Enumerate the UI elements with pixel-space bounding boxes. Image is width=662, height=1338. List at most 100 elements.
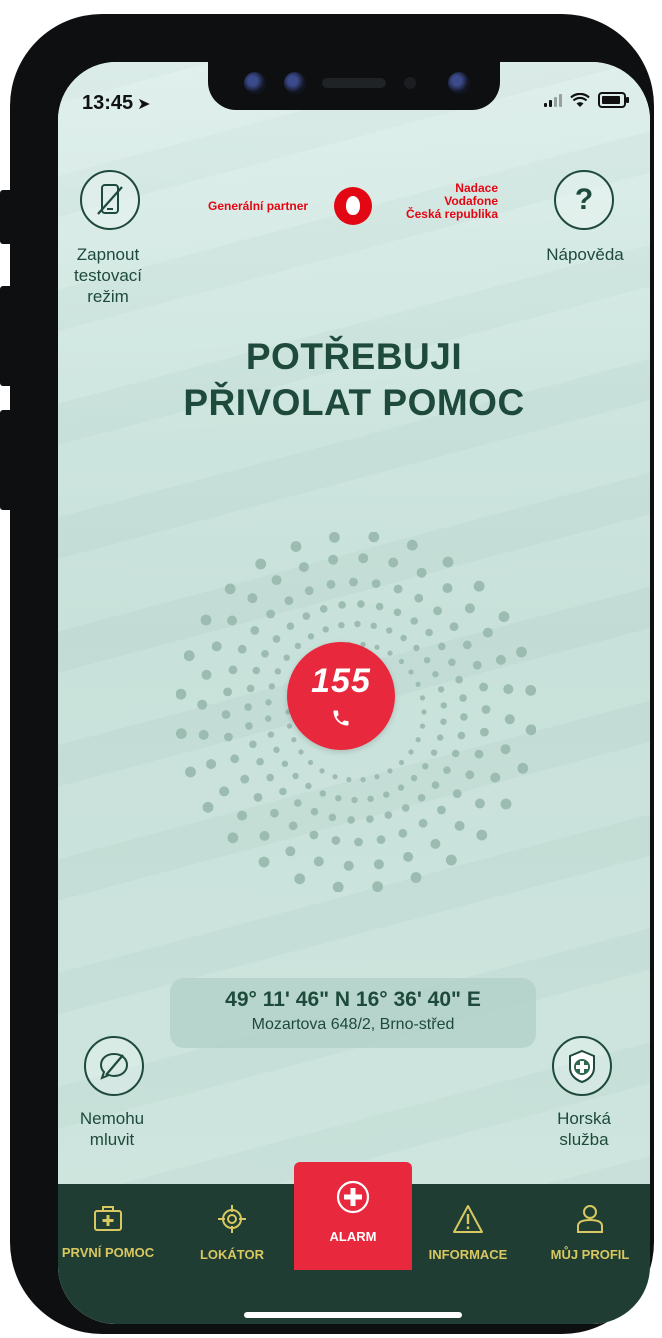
ring-dot bbox=[437, 734, 444, 741]
ring-dot bbox=[408, 749, 414, 755]
home-indicator[interactable] bbox=[244, 1312, 462, 1318]
ring-dot bbox=[384, 811, 393, 819]
ring-dot bbox=[370, 622, 377, 629]
ring-dot bbox=[472, 660, 482, 670]
ring-dot bbox=[176, 688, 187, 700]
ring-dot bbox=[417, 794, 426, 802]
sensor-dot bbox=[404, 77, 416, 89]
vodafone-logo-icon bbox=[334, 187, 372, 225]
ring-dot bbox=[310, 807, 319, 816]
ring-dot bbox=[332, 774, 338, 780]
ring-dot bbox=[397, 784, 405, 791]
title-line1: POTŘEBUJI bbox=[245, 336, 463, 377]
ring-dot bbox=[442, 556, 454, 568]
volume-down-button bbox=[0, 410, 14, 510]
ring-dot bbox=[224, 732, 233, 742]
ring-dot bbox=[423, 657, 431, 664]
ring-dot bbox=[393, 608, 402, 617]
ring-dot bbox=[503, 684, 514, 695]
ring-dot bbox=[388, 557, 399, 568]
ring-dot bbox=[274, 668, 282, 675]
ring-dot bbox=[448, 658, 456, 667]
ring-dot bbox=[228, 665, 238, 675]
ring-dot bbox=[459, 694, 467, 702]
ring-dot bbox=[200, 614, 212, 626]
ring-dot bbox=[286, 622, 295, 630]
ring-dot bbox=[255, 558, 267, 570]
ring-dot bbox=[442, 583, 453, 594]
ring-dot bbox=[227, 615, 238, 626]
ring-dot bbox=[413, 644, 420, 652]
ring-dot bbox=[292, 772, 299, 780]
ring-dot bbox=[322, 626, 329, 633]
tab-information[interactable]: INFORMACE bbox=[410, 1204, 526, 1262]
phone-frame: 13:45 ➤ Zapnout testovací režim Generáln… bbox=[10, 14, 654, 1334]
test-mode-label-line2: testovací bbox=[73, 266, 143, 285]
tab-alarm[interactable]: ALARM bbox=[294, 1162, 412, 1270]
ring-dot bbox=[285, 846, 296, 857]
ring-dot bbox=[319, 768, 325, 774]
ring-dot bbox=[430, 838, 441, 849]
ring-dot bbox=[283, 654, 290, 661]
ring-dot bbox=[281, 760, 289, 767]
ring-dot bbox=[328, 554, 339, 565]
volume-up-button bbox=[0, 286, 14, 386]
ring-dot bbox=[375, 602, 384, 611]
ring-dot bbox=[319, 605, 328, 613]
call-155-button[interactable]: 155 bbox=[287, 642, 395, 750]
ring-dot bbox=[425, 628, 433, 637]
ring-dot bbox=[183, 650, 195, 662]
ring-dot bbox=[460, 713, 468, 721]
ring-dot bbox=[516, 646, 527, 658]
ring-dot bbox=[338, 601, 346, 609]
ring-dot bbox=[374, 644, 380, 650]
tab-locator[interactable]: LOKÁTOR bbox=[174, 1204, 290, 1262]
ring-dot bbox=[414, 593, 424, 603]
test-mode-button[interactable] bbox=[80, 170, 140, 230]
ring-dot bbox=[455, 675, 463, 684]
ring-dot bbox=[227, 832, 239, 844]
ring-dot bbox=[307, 759, 314, 766]
ring-dot bbox=[288, 821, 298, 831]
ring-dot bbox=[367, 795, 374, 802]
ring-dot bbox=[504, 714, 515, 725]
ring-dot bbox=[240, 774, 250, 784]
ring-dot bbox=[273, 746, 280, 753]
help-button[interactable]: ? bbox=[554, 170, 614, 230]
ring-dot bbox=[464, 603, 475, 614]
ring-dot bbox=[490, 772, 501, 783]
ring-dot bbox=[445, 854, 457, 866]
tab-first-aid[interactable]: PRVNÍ POMOC bbox=[58, 1204, 166, 1260]
ring-dot bbox=[249, 740, 257, 749]
mountain-rescue-line1: Horská bbox=[557, 1109, 611, 1128]
ring-dot bbox=[495, 654, 506, 665]
ring-dot bbox=[418, 818, 428, 828]
ring-dot bbox=[247, 593, 258, 604]
ring-dot bbox=[237, 644, 247, 654]
ring-dot bbox=[383, 791, 390, 798]
ring-dot bbox=[386, 627, 393, 634]
location-arrow-icon: ➤ bbox=[137, 96, 151, 113]
ring-dot bbox=[265, 715, 272, 722]
mute-switch bbox=[0, 190, 14, 244]
cannot-speak-button[interactable] bbox=[84, 1036, 144, 1096]
ring-dot bbox=[403, 851, 414, 862]
ring-dot bbox=[474, 798, 485, 809]
ring-dot bbox=[270, 808, 279, 818]
ring-dot bbox=[267, 731, 275, 738]
ring-dot bbox=[201, 669, 212, 680]
ring-dot bbox=[349, 577, 358, 587]
speaker-grille bbox=[322, 78, 386, 88]
ring-dot bbox=[473, 580, 485, 592]
tab-my-profile[interactable]: MŮJ PROFIL bbox=[532, 1204, 648, 1262]
ring-dot bbox=[294, 642, 302, 650]
ring-dot bbox=[185, 766, 196, 778]
nadace-line2: Vodafone bbox=[444, 194, 498, 208]
ring-dot bbox=[313, 856, 324, 867]
ring-dot bbox=[250, 626, 260, 635]
ring-dot bbox=[197, 699, 208, 710]
ring-dot bbox=[419, 695, 426, 701]
mountain-rescue-button[interactable] bbox=[552, 1036, 612, 1096]
nadace-line3: Česká republika bbox=[405, 207, 498, 221]
ring-dot bbox=[415, 681, 421, 687]
